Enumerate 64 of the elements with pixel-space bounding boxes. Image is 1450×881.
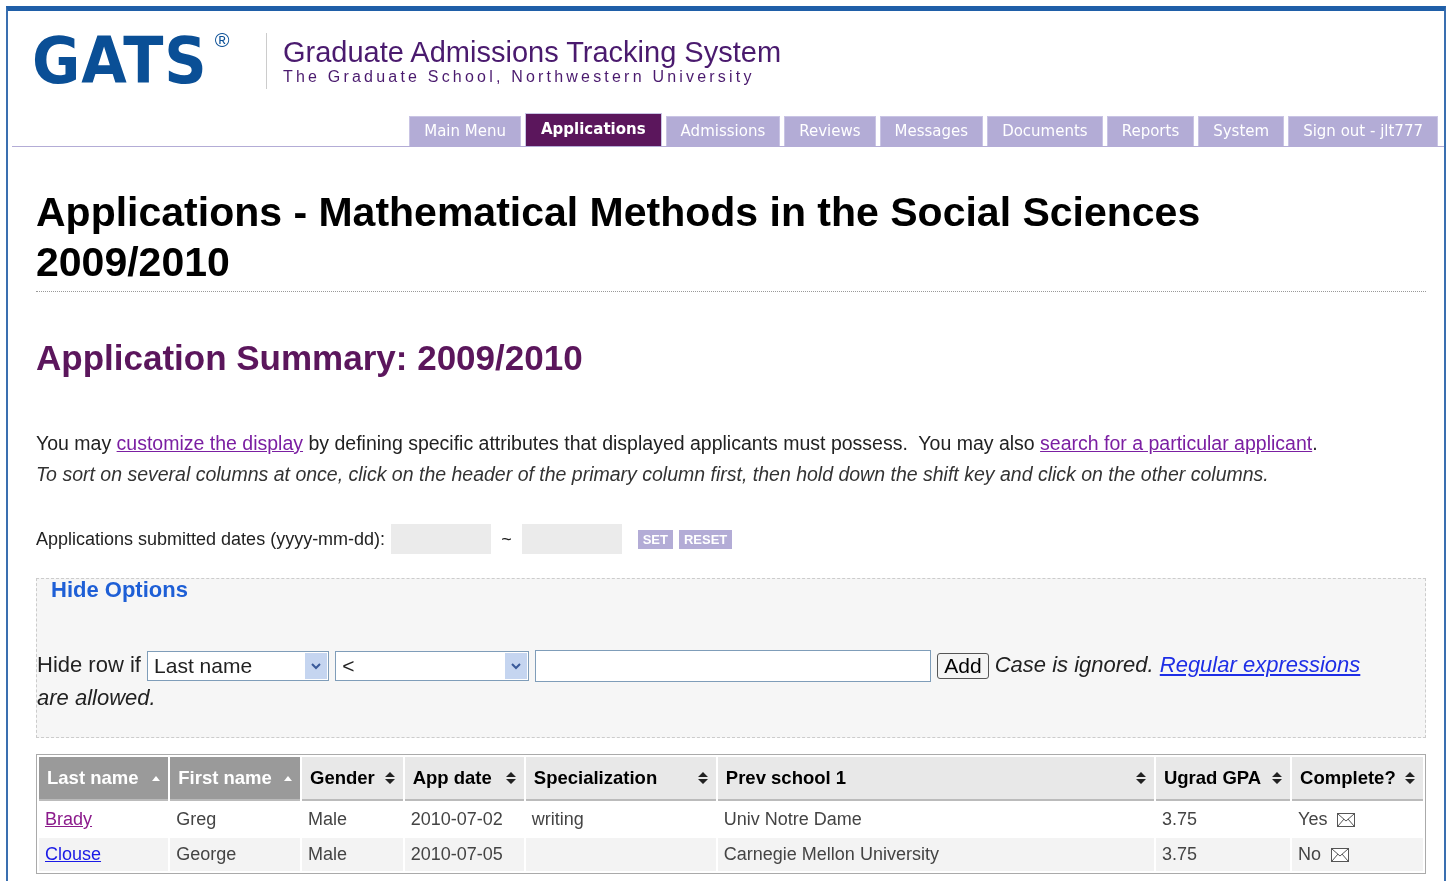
app-subtitle: The Graduate School, Northwestern University: [283, 68, 756, 86]
header-label: First name: [178, 767, 272, 789]
table-cell: Male: [308, 809, 348, 829]
dropdown[interactable]: Last name: [147, 651, 330, 682]
nav-tab[interactable]: Applications: [525, 113, 662, 146]
dropdown[interactable]: <: [335, 651, 530, 682]
app-title: Graduate Admissions Tracking System: [283, 36, 782, 68]
table-cell: 2010-07-05: [410, 844, 503, 864]
header-label: Last name: [47, 767, 139, 789]
column-header[interactable]: Complete?: [1292, 757, 1423, 801]
sort-ascending-icon: [284, 775, 293, 781]
table-cell: Carnegie Mellon University: [723, 844, 939, 864]
allowed-note: are allowed.: [37, 685, 156, 711]
header-label: Complete?: [1300, 767, 1396, 789]
header-label: Ugrad GPA: [1163, 767, 1262, 789]
applicant-link[interactable]: Brady: [45, 809, 93, 829]
table-cell: Male: [308, 844, 348, 864]
date-label: Applications submitted dates (yyyy-mm-dd):: [36, 528, 386, 550]
dropdown-value: <: [342, 653, 355, 680]
column-header[interactable]: Gender: [302, 757, 403, 801]
intro-text: You may customize the display by defining specific attributes that displayed applicants must possess. You may also search for a particular applicant.: [36, 432, 1319, 455]
registered-mark: ®: [214, 29, 230, 52]
column-header[interactable]: App date: [404, 757, 524, 801]
caret-icon: [505, 653, 528, 680]
section-title: Application Summary: 2009/2010: [36, 338, 584, 378]
text-link[interactable]: customize the display: [116, 432, 303, 454]
header-label: Specialization: [533, 767, 658, 789]
table-cell: writing: [531, 809, 584, 829]
caret-icon: [305, 653, 328, 680]
dropdown-value: Last name: [154, 653, 253, 680]
column-header[interactable]: Specialization: [525, 757, 716, 801]
table-cell: 3.75: [1161, 809, 1197, 829]
sort-icon: [1135, 772, 1146, 784]
sort-icon: [1405, 772, 1415, 784]
sort-icon: [384, 772, 395, 784]
sort-icon: [697, 772, 708, 784]
table-cell: 3.75: [1161, 844, 1197, 864]
sort-icon: [505, 772, 516, 784]
table-cell: Greg: [176, 809, 217, 829]
logo: GATS: [32, 29, 208, 93]
header-label: App date: [412, 767, 492, 789]
page-title: Applications - Mathematical Methods in the Social Sciences 2009/2010: [36, 187, 1426, 292]
table-cell: No: [1298, 844, 1322, 865]
sort-icon: [1272, 772, 1283, 784]
envelope-icon: [1337, 812, 1356, 827]
case-note: Case is ignored.: [994, 652, 1155, 677]
table-cell: 2010-07-02: [410, 809, 503, 829]
table-cell: Yes: [1298, 809, 1328, 830]
column-header[interactable]: Prev school 1: [717, 757, 1154, 801]
regex-link[interactable]: Regular expressions: [1159, 652, 1361, 677]
text-link[interactable]: search for a particular applicant: [1040, 432, 1313, 454]
text-field[interactable]: [535, 650, 932, 683]
header-label: Gender: [310, 767, 375, 789]
options-legend: Hide Options: [37, 577, 188, 603]
header-label: Prev school 1: [725, 767, 847, 789]
table-cell: George: [176, 844, 237, 864]
sort-hint: To sort on several columns at once, click on the header of the primary column first, then hold down the shift key and click on the other columns.: [36, 463, 1270, 486]
range-separator: ~: [501, 528, 512, 550]
envelope-icon: [1331, 847, 1350, 862]
column-header[interactable]: Ugrad GPA: [1155, 757, 1291, 801]
add-button[interactable]: Add: [937, 653, 989, 680]
sort-ascending-icon: [152, 775, 161, 781]
table-cell: Univ Notre Dame: [723, 809, 862, 829]
hide-label: Hide row if: [37, 652, 142, 677]
